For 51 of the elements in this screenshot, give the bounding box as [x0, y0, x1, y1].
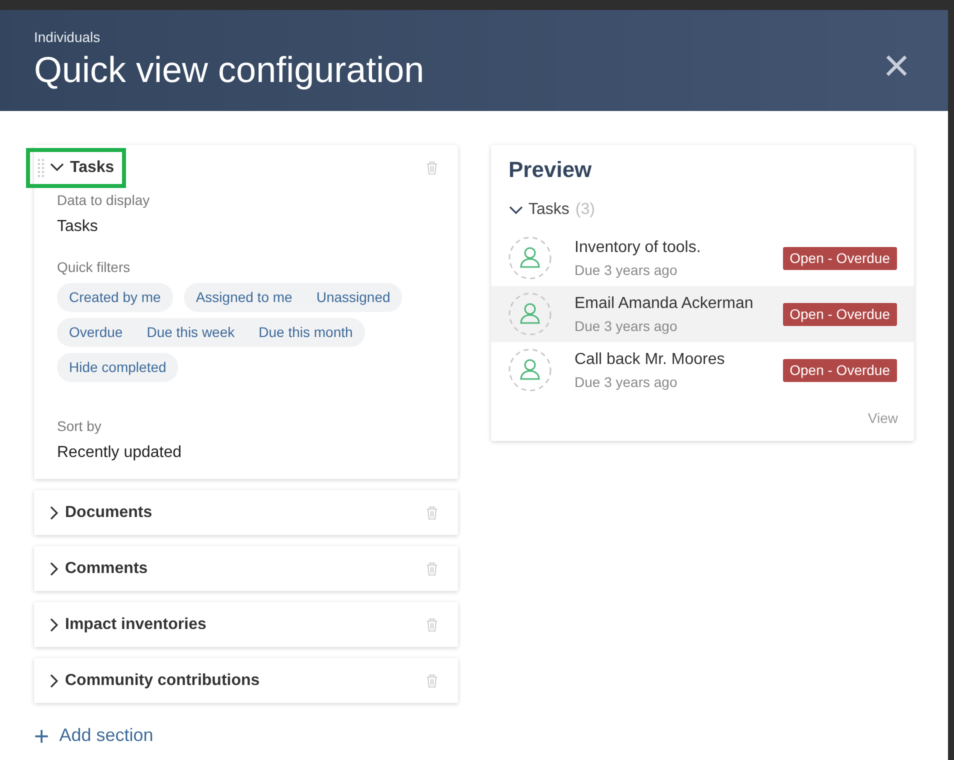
- task-title[interactable]: Email Amanda Ackerman: [574, 292, 783, 316]
- chevron-right-icon: [50, 506, 59, 520]
- filter-chip[interactable]: Hide completed: [57, 353, 178, 382]
- field-label: Data to display: [57, 191, 151, 210]
- trash-icon[interactable]: [426, 674, 438, 688]
- trash-icon[interactable]: [426, 562, 438, 576]
- filter-chip[interactable]: Due this month: [246, 318, 365, 347]
- due-date: Due 3 years ago: [574, 372, 678, 392]
- filter-chip[interactable]: Unassigned: [304, 283, 402, 312]
- chevron-down-icon: [50, 163, 64, 172]
- filter-chip[interactable]: Assigned to me: [184, 283, 304, 312]
- status-badge: Open - Overdue: [782, 246, 897, 270]
- dialog-title: Quick view configuration: [34, 50, 424, 90]
- avatar-icon: [508, 236, 552, 280]
- status-badge: Open - Overdue: [782, 358, 897, 382]
- trash-icon[interactable]: [426, 160, 438, 174]
- chevron-right-icon: [50, 562, 59, 576]
- due-date: Due 3 years ago: [574, 260, 678, 280]
- section-header[interactable]: Tasks: [26, 148, 126, 188]
- field-value: Recently updated: [57, 443, 183, 463]
- task-title[interactable]: Inventory of tools.: [574, 236, 783, 260]
- section-header[interactable]: Documents: [26, 492, 164, 532]
- status-badge: Open - Overdue: [782, 302, 897, 326]
- chevron-right-icon: [50, 674, 59, 688]
- section-header[interactable]: Comments: [26, 548, 160, 588]
- filter-chip[interactable]: Due this week: [134, 318, 247, 347]
- avatar-icon: [508, 348, 552, 392]
- filter-chip[interactable]: Overdue: [57, 318, 135, 347]
- field-value: Tasks: [57, 217, 99, 237]
- task-row[interactable]: Call back Mr. Moores Due 3 years ago Open - Overdue: [490, 342, 914, 398]
- task-row[interactable]: Email Amanda Ackerman Due 3 years ago Open - Overdue: [490, 286, 914, 342]
- chevron-right-icon: [50, 618, 59, 632]
- count-label: (3): [575, 200, 595, 220]
- close-button[interactable]: ×: [879, 41, 914, 89]
- filter-chip[interactable]: Created by me: [57, 283, 173, 312]
- field-label: Quick filters: [57, 258, 132, 277]
- preview-title: Preview: [508, 156, 593, 184]
- dialog-subtitle: Individuals: [34, 28, 102, 47]
- task-title[interactable]: Call back Mr. Moores: [574, 348, 783, 372]
- trash-icon[interactable]: [426, 506, 438, 520]
- chevron-down-icon: [508, 206, 522, 214]
- section-header[interactable]: Community contributions: [26, 660, 272, 700]
- due-date: Due 3 years ago: [574, 316, 678, 336]
- section-header[interactable]: Impact inventories: [26, 604, 218, 644]
- drag-handle-icon: [38, 158, 44, 176]
- group-toggle[interactable]: Tasks (3): [490, 186, 613, 230]
- avatar-icon: [508, 292, 552, 336]
- task-row[interactable]: Inventory of tools. Due 3 years ago Open - Overdue: [490, 230, 914, 286]
- add-section-button[interactable]: + Add section: [34, 722, 458, 749]
- trash-icon[interactable]: [426, 618, 438, 632]
- field-label: Sort by: [57, 417, 102, 436]
